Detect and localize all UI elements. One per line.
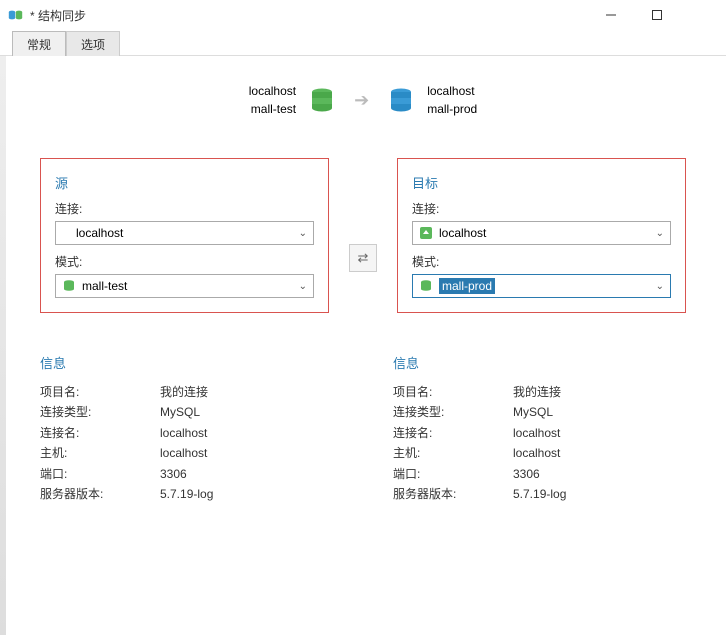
- database-icon: [308, 86, 336, 114]
- tabs: 常规 选项: [0, 30, 726, 56]
- info-key: 端口:: [40, 464, 160, 484]
- info-key: 连接类型:: [40, 402, 160, 422]
- chevron-down-icon: ⌄: [656, 228, 664, 239]
- summary-source-conn: localhost: [249, 82, 296, 100]
- tab-options[interactable]: 选项: [66, 31, 120, 56]
- source-panel: 源 连接: localhost ⌄ 模式: mall-test ⌄: [40, 158, 329, 313]
- info-val: 3306: [160, 464, 187, 484]
- titlebar: * 结构同步: [0, 0, 726, 30]
- connection-icon: [419, 226, 433, 240]
- chevron-down-icon: ⌄: [299, 228, 307, 239]
- info-val: localhost: [160, 443, 207, 463]
- info-key: 主机:: [40, 443, 160, 463]
- target-schema-select[interactable]: mall-prod ⌄: [412, 274, 671, 298]
- info-key: 连接名:: [40, 423, 160, 443]
- info-val: 我的连接: [513, 382, 561, 402]
- info-val: 5.7.19-log: [513, 484, 566, 504]
- chevron-down-icon: ⌄: [299, 281, 307, 292]
- info-key: 项目名:: [393, 382, 513, 402]
- info-title: 信息: [393, 353, 686, 372]
- info-title: 信息: [40, 353, 333, 372]
- target-panel-title: 目标: [412, 173, 671, 192]
- target-connection-select[interactable]: localhost ⌄: [412, 221, 671, 245]
- target-info: 信息 项目名:我的连接 连接类型:MySQL 连接名:localhost 主机:…: [393, 353, 686, 504]
- target-schema-label: 模式:: [412, 253, 671, 270]
- chevron-down-icon: ⌄: [656, 281, 664, 292]
- app-icon: [8, 7, 24, 23]
- source-schema-select[interactable]: mall-test ⌄: [55, 274, 314, 298]
- info-val: localhost: [160, 423, 207, 443]
- swap-icon: ⇄: [358, 250, 369, 266]
- info-key: 项目名:: [40, 382, 160, 402]
- database-icon: [419, 279, 433, 293]
- source-connection-value: localhost: [76, 226, 123, 240]
- left-gutter: [0, 56, 6, 635]
- info-key: 端口:: [393, 464, 513, 484]
- source-conn-label: 连接:: [55, 200, 314, 217]
- info-val: 我的连接: [160, 382, 208, 402]
- summary-target: localhost mall-prod: [427, 82, 477, 118]
- content-area: localhost mall-test ➔ localhost mall-pro…: [0, 56, 726, 520]
- info-val: localhost: [513, 443, 560, 463]
- info-val: MySQL: [513, 402, 553, 422]
- panels: 源 连接: localhost ⌄ 模式: mall-test ⌄ ⇄: [40, 158, 686, 313]
- source-schema-label: 模式:: [55, 253, 314, 270]
- info-val: localhost: [513, 423, 560, 443]
- target-connection-value: localhost: [439, 226, 486, 240]
- header-summary: localhost mall-test ➔ localhost mall-pro…: [40, 82, 686, 118]
- window-title: * 结构同步: [30, 7, 86, 24]
- source-connection-select[interactable]: localhost ⌄: [55, 221, 314, 245]
- info-section: 信息 项目名:我的连接 连接类型:MySQL 连接名:localhost 主机:…: [40, 353, 686, 504]
- summary-source: localhost mall-test: [249, 82, 296, 118]
- summary-target-db: mall-prod: [427, 100, 477, 118]
- info-key: 主机:: [393, 443, 513, 463]
- info-key: 服务器版本:: [393, 484, 513, 504]
- window-controls: [588, 0, 726, 30]
- target-conn-label: 连接:: [412, 200, 671, 217]
- arrow-right-icon: ➔: [348, 90, 375, 111]
- info-key: 服务器版本:: [40, 484, 160, 504]
- maximize-button[interactable]: [634, 0, 680, 30]
- swap-button[interactable]: ⇄: [349, 244, 377, 272]
- info-val: 5.7.19-log: [160, 484, 213, 504]
- info-val: MySQL: [160, 402, 200, 422]
- info-key: 连接类型:: [393, 402, 513, 422]
- database-icon: [62, 279, 76, 293]
- target-schema-value: mall-prod: [439, 278, 495, 294]
- database-icon: [387, 86, 415, 114]
- summary-target-conn: localhost: [427, 82, 477, 100]
- target-panel: 目标 连接: localhost ⌄ 模式:: [397, 158, 686, 313]
- source-schema-value: mall-test: [82, 279, 127, 293]
- info-key: 连接名:: [393, 423, 513, 443]
- minimize-button[interactable]: [588, 0, 634, 30]
- summary-source-db: mall-test: [249, 100, 296, 118]
- tab-general[interactable]: 常规: [12, 31, 66, 56]
- source-info: 信息 项目名:我的连接 连接类型:MySQL 连接名:localhost 主机:…: [40, 353, 333, 504]
- info-val: 3306: [513, 464, 540, 484]
- source-panel-title: 源: [55, 173, 314, 192]
